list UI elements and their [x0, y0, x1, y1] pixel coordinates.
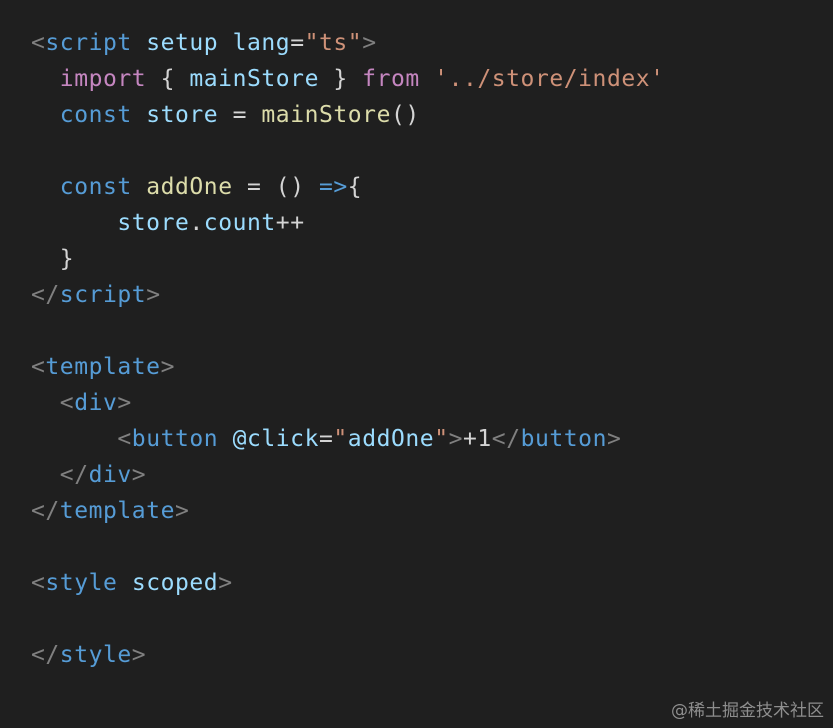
- code-token-punctuation: }: [31, 246, 75, 272]
- code-token-keyword-control: import: [59, 66, 147, 92]
- code-token-tag-bracket: >: [117, 390, 132, 416]
- code-token-plain-text: [420, 66, 434, 92]
- code-token-plain-text: [132, 30, 146, 56]
- code-token-plain-text: [132, 102, 146, 128]
- code-token-tag-bracket: >: [606, 426, 622, 452]
- code-token-operator: =: [232, 174, 276, 200]
- code-line-18: </style>: [31, 637, 146, 673]
- code-token-plain-text: [31, 66, 60, 92]
- code-token-keyword-storage: =>: [319, 174, 348, 200]
- code-token-tag-name: script: [59, 282, 147, 308]
- code-line-14: </template>: [31, 493, 189, 529]
- code-token-punctuation: {: [146, 66, 190, 92]
- code-token-function: mainStore: [261, 102, 391, 128]
- code-token-tag-bracket: <: [31, 570, 46, 596]
- code-line-1: <script setup lang="ts">: [31, 25, 377, 61]
- code-token-plain-text: [31, 210, 117, 236]
- code-token-plain-text: [31, 174, 60, 200]
- code-line-8: </script>: [31, 277, 161, 313]
- code-token-variable: mainStore: [189, 66, 319, 92]
- code-token-tag-name: script: [45, 30, 132, 56]
- code-line-7: }: [31, 241, 74, 277]
- code-token-tag-bracket: >: [218, 570, 233, 596]
- code-token-attribute: lang: [232, 30, 291, 56]
- code-token-plain-text: [31, 462, 60, 488]
- code-token-plain-text: [31, 102, 60, 128]
- code-token-tag-bracket: >: [131, 462, 147, 488]
- code-token-attribute: scoped: [131, 570, 219, 596]
- code-token-tag-name: template: [45, 354, 161, 380]
- code-token-string: ": [434, 426, 449, 452]
- code-token-tag-bracket: <: [117, 426, 132, 452]
- code-token-variable: store: [146, 102, 219, 128]
- code-token-function: addOne: [146, 174, 233, 200]
- code-line-6: store.count++: [31, 205, 305, 241]
- code-token-tag-name: style: [45, 570, 118, 596]
- code-token-operator: =: [318, 426, 334, 452]
- code-token-plain-text: [31, 426, 117, 452]
- code-token-punctuation: (): [390, 102, 420, 128]
- code-token-variable: count: [203, 210, 276, 236]
- code-token-tag-name: div: [74, 390, 118, 416]
- code-line-3: const store = mainStore(): [31, 97, 420, 133]
- code-token-operator: =: [290, 30, 305, 56]
- code-token-keyword-storage: const: [59, 102, 132, 128]
- code-line-12: <button @click="addOne">+1</button>: [31, 421, 621, 457]
- code-token-operator: ++: [275, 210, 305, 236]
- code-line-16: <style scoped>: [31, 565, 233, 601]
- code-token-punctuation: }: [318, 66, 363, 92]
- code-token-tag-bracket: >: [448, 426, 463, 452]
- code-token-tag-bracket: <: [59, 390, 75, 416]
- code-token-tag-name: button: [520, 426, 607, 452]
- code-token-punctuation: .: [189, 210, 204, 236]
- code-token-plain-text: [31, 390, 60, 416]
- code-token-tag-bracket: </: [31, 642, 60, 668]
- code-token-tag-bracket: </: [31, 282, 60, 308]
- code-line-10: <template>: [31, 349, 175, 385]
- code-token-tag-name: template: [59, 498, 175, 524]
- code-token-tag-bracket: >: [131, 642, 147, 668]
- watermark-text: @稀土掘金技术社区: [671, 701, 824, 721]
- code-token-punctuation: (): [275, 174, 319, 200]
- code-token-string: "ts": [304, 30, 363, 56]
- code-line-5: const addOne = () =>{: [31, 169, 362, 205]
- code-token-plain-text: [218, 30, 232, 56]
- code-line-2: import { mainStore } from '../store/inde…: [31, 61, 665, 97]
- code-token-plain-text: [132, 174, 146, 200]
- code-token-plain-text: +1: [463, 426, 492, 452]
- code-token-plain-text: [117, 570, 131, 596]
- code-token-variable: addOne: [347, 426, 435, 452]
- code-token-keyword-storage: const: [59, 174, 132, 200]
- code-token-plain-text: [218, 426, 232, 452]
- code-token-keyword-control: from: [362, 66, 420, 92]
- code-token-tag-bracket: >: [146, 282, 161, 308]
- code-token-tag-bracket: </: [31, 498, 60, 524]
- code-token-operator: =: [218, 102, 262, 128]
- code-token-tag-bracket: >: [174, 498, 190, 524]
- code-token-tag-bracket: <: [31, 354, 46, 380]
- code-line-13: </div>: [31, 457, 146, 493]
- code-token-variable: store: [117, 210, 190, 236]
- code-token-string: ": [333, 426, 348, 452]
- code-token-punctuation: {: [347, 174, 363, 200]
- code-token-attribute: @click: [232, 426, 319, 452]
- code-token-tag-bracket: >: [160, 354, 175, 380]
- code-token-tag-bracket: <: [31, 30, 46, 56]
- code-token-tag-bracket: </: [59, 462, 89, 488]
- code-editor[interactable]: <script setup lang="ts"> import { mainSt…: [0, 0, 833, 728]
- code-token-tag-name: button: [131, 426, 219, 452]
- code-token-tag-name: style: [59, 642, 132, 668]
- code-token-string: '../store/index': [434, 66, 665, 92]
- code-token-tag-bracket: </: [491, 426, 521, 452]
- code-token-tag-bracket: >: [362, 30, 377, 56]
- code-token-tag-name: div: [88, 462, 132, 488]
- code-token-attribute: setup: [146, 30, 219, 56]
- code-line-11: <div>: [31, 385, 132, 421]
